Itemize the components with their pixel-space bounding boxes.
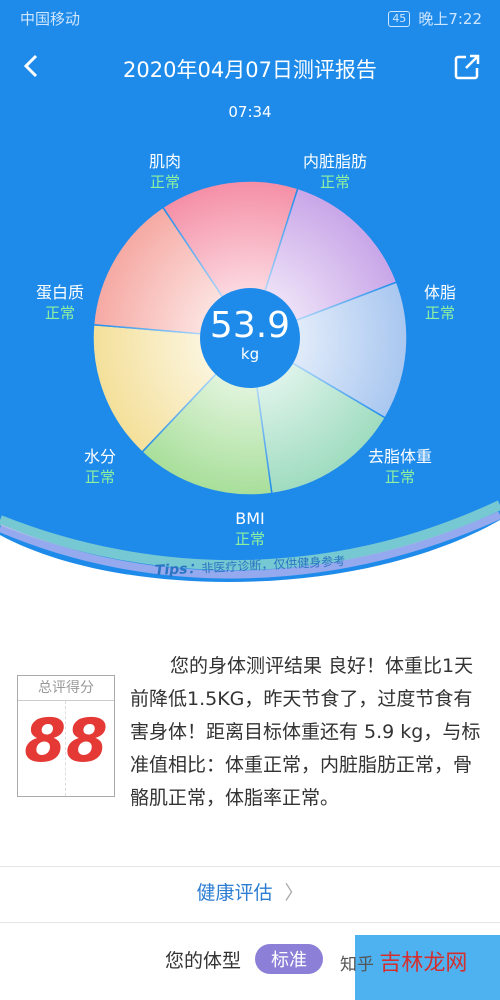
score-value: 88 <box>24 706 108 776</box>
chevron-right-icon: 〉 <box>284 882 304 904</box>
divider <box>0 922 500 923</box>
segment-label-water: 水分 正常 <box>83 447 116 486</box>
segment-label-body-fat: 体脂 正常 <box>423 283 456 322</box>
segment-label-muscle: 肌肉 正常 <box>148 152 181 191</box>
weight-value: 53.9 <box>209 305 291 346</box>
segment-label-lean-mass: 去脂体重 正常 <box>367 447 432 486</box>
body-type-row: 您的体型 标准 <box>165 944 324 974</box>
report-header-panel: 中国移动 45 晚上7:22 2020年04月07日测评报告 07:34 肌肉 … <box>0 0 500 600</box>
score-card: 总评得分 88 <box>17 675 115 797</box>
divider <box>0 866 500 867</box>
segment-label-visceral-fat: 内脏脂肪 正常 <box>302 152 367 191</box>
segment-label-bmi: BMI 正常 <box>234 509 265 548</box>
assessment-text: 您的身体测评结果 良好！体重比1天前降低1.5KG，昨天节食了，过度节食有害身体… <box>130 655 481 809</box>
health-evaluation-link[interactable]: 健康评估〉 <box>0 878 500 905</box>
watermark: 知乎 吉林龙网 <box>340 951 468 976</box>
segment-label-protein: 蛋白质 正常 <box>35 283 84 322</box>
weight-unit: kg <box>240 345 260 363</box>
summary-section: 总评得分 88 您的身体测评结果 良好！体重比1天前降低1.5KG，昨天节食了，… <box>0 648 500 866</box>
weight-display: 53.9 kg <box>200 288 300 388</box>
body-type-badge[interactable]: 标准 <box>255 944 324 974</box>
score-label: 总评得分 <box>18 676 114 701</box>
